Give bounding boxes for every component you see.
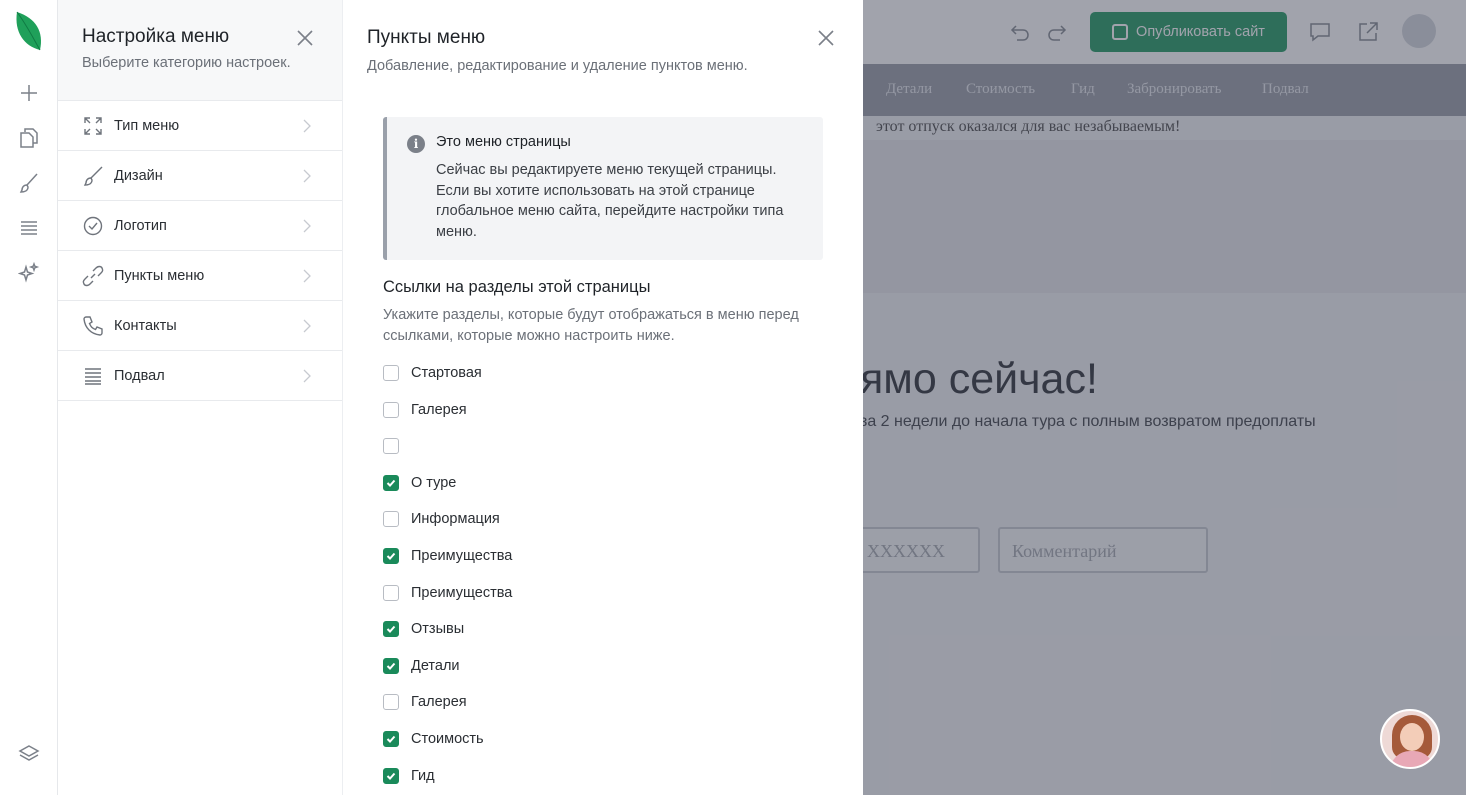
section-label: О туре (411, 475, 457, 491)
checkbox-unchecked[interactable] (383, 438, 399, 454)
sparkles-icon[interactable] (17, 261, 41, 285)
category-label: Контакты (114, 317, 177, 334)
category-design[interactable]: Дизайн (58, 151, 342, 201)
menu-items-title: Пункты меню (367, 27, 486, 48)
category-menu-type[interactable]: Тип меню (58, 101, 342, 151)
chevron-right-icon (302, 169, 312, 183)
settings-subtitle: Выберите категорию настроек. (82, 55, 291, 71)
menu-settings-panel: Настройка меню Выберите категорию настро… (58, 0, 343, 795)
category-contacts[interactable]: Контакты (58, 301, 342, 351)
section-checkbox-row[interactable]: Преимущества (383, 545, 512, 567)
notice-body: Сейчас вы редактируете меню текущей стра… (436, 162, 784, 240)
menu-lines-icon[interactable] (17, 216, 41, 240)
category-label: Логотип (114, 217, 167, 234)
checkbox-checked[interactable] (383, 731, 399, 747)
checkbox-checked[interactable] (383, 475, 399, 491)
section-label: Отзывы (411, 621, 465, 637)
checkbox-checked[interactable] (383, 658, 399, 674)
chevron-right-icon (302, 269, 312, 283)
checkbox-checked[interactable] (383, 768, 399, 784)
brush-icon[interactable] (17, 171, 41, 195)
checkbox-unchecked[interactable] (383, 402, 399, 418)
category-label: Пункты меню (114, 267, 205, 284)
sections-title: Ссылки на разделы этой страницы (383, 278, 651, 296)
menu-items-subtitle: Добавление, редактирование и удаление пу… (367, 58, 748, 74)
leaf-logo-icon[interactable] (14, 10, 44, 52)
section-checkbox-row[interactable]: Галерея (383, 399, 467, 421)
chevron-right-icon (302, 119, 312, 133)
section-checkbox-row[interactable]: Галерея (383, 691, 467, 713)
section-checkbox-row[interactable]: Детали (383, 655, 460, 677)
chevron-right-icon (302, 369, 312, 383)
checkbox-unchecked[interactable] (383, 585, 399, 601)
checkbox-unchecked[interactable] (383, 511, 399, 527)
tool-rail (0, 0, 58, 795)
link-icon (82, 265, 104, 287)
section-label: Информация (411, 511, 500, 527)
section-checkbox-row[interactable]: Отзывы (383, 618, 464, 640)
expand-icon (82, 115, 104, 137)
section-checkbox-row[interactable]: Информация (383, 508, 500, 530)
check-circle-icon (82, 215, 104, 237)
settings-title: Настройка меню (82, 26, 230, 47)
close-icon[interactable] (815, 27, 837, 49)
section-checkbox-row[interactable]: Преимущества (383, 582, 512, 604)
section-label: Гид (411, 768, 435, 784)
notice-title: Это меню страницы (436, 134, 571, 150)
category-label: Подвал (114, 367, 165, 384)
settings-header: Настройка меню Выберите категорию настро… (58, 0, 342, 101)
checkbox-checked[interactable] (383, 548, 399, 564)
category-logo[interactable]: Логотип (58, 201, 342, 251)
phone-icon (82, 315, 104, 337)
pages-icon[interactable] (17, 126, 41, 150)
sections-subtitle: Укажите разделы, которые будут отображат… (383, 307, 799, 344)
menu-items-panel: Пункты меню Добавление, редактирование и… (343, 0, 863, 795)
section-label: Стартовая (411, 365, 482, 381)
page-menu-notice: i Это меню страницы Сейчас вы редактируе… (383, 117, 823, 260)
info-icon: i (407, 135, 425, 153)
checkbox-checked[interactable] (383, 621, 399, 637)
section-checkbox-row[interactable]: Гид (383, 765, 435, 787)
checkbox-unchecked[interactable] (383, 365, 399, 381)
footer-lines-icon (82, 365, 104, 387)
category-menu-items[interactable]: Пункты меню (58, 251, 342, 301)
category-footer[interactable]: Подвал (58, 351, 342, 401)
preview-overlay (863, 0, 1466, 795)
checkbox-unchecked[interactable] (383, 694, 399, 710)
close-icon[interactable] (294, 27, 316, 49)
section-label: Галерея (411, 694, 467, 710)
category-label: Тип меню (114, 117, 180, 134)
avatar-face (1400, 723, 1424, 751)
section-label: Детали (411, 658, 460, 674)
section-checkbox-row[interactable]: О туре (383, 472, 456, 494)
section-label: Преимущества (411, 585, 513, 601)
support-chat-avatar[interactable] (1380, 709, 1440, 769)
section-label: Стоимость (411, 731, 484, 747)
section-label: Преимущества (411, 548, 513, 564)
layers-icon[interactable] (17, 742, 41, 766)
section-checkbox-row[interactable]: Стоимость (383, 728, 484, 750)
section-checkbox-row[interactable]: Стартовая (383, 362, 482, 384)
chevron-right-icon (302, 219, 312, 233)
add-icon[interactable] (17, 81, 41, 105)
brush-icon (82, 165, 104, 187)
category-label: Дизайн (114, 167, 163, 184)
chevron-right-icon (302, 319, 312, 333)
section-label: Галерея (411, 402, 467, 418)
section-checkbox-row[interactable] (383, 435, 411, 457)
